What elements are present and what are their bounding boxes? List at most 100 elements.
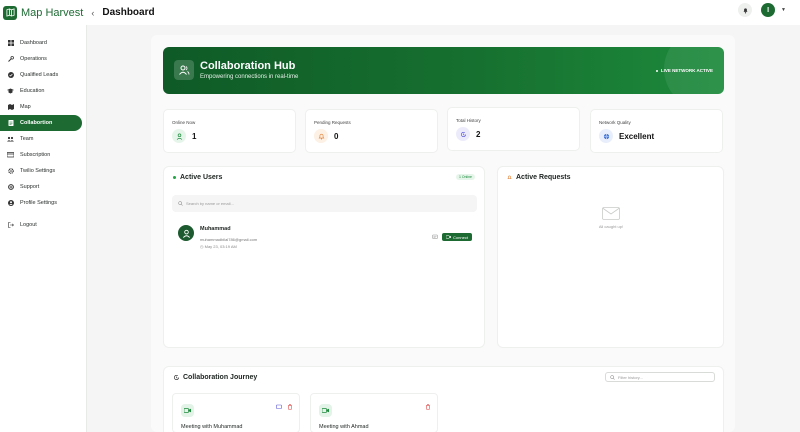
stat-card-pending-requests: Pending Requests 0 bbox=[305, 109, 438, 153]
empty-inbox-icon bbox=[602, 207, 620, 220]
sidebar-item-label: Support bbox=[20, 184, 40, 190]
wrench-icon bbox=[7, 56, 14, 63]
search-icon bbox=[610, 375, 615, 380]
delete-icon[interactable] bbox=[425, 404, 431, 410]
bell-icon bbox=[507, 175, 512, 179]
video-icon bbox=[319, 404, 332, 417]
user-avatar[interactable]: I bbox=[761, 3, 776, 17]
search-icon bbox=[178, 201, 183, 206]
top-bar: Map Harvest ‹ Dashboard I ▼ bbox=[0, 0, 800, 25]
users-icon bbox=[174, 60, 194, 80]
sidebar-item-label: Team bbox=[20, 136, 34, 142]
sidebar-item-dashboard[interactable]: Dashboard bbox=[0, 35, 82, 51]
stat-value: 0 bbox=[334, 132, 339, 141]
user-email: muhammadbilal786@gmail.com bbox=[200, 237, 258, 242]
user-time-text: May 23, 03:19 AM bbox=[204, 244, 237, 249]
sidebar: Dashboard Operations Qualified Leads Edu… bbox=[0, 25, 87, 432]
sidebar-item-education[interactable]: Education bbox=[0, 83, 82, 99]
meeting-title: Meeting with Muhammad bbox=[181, 424, 243, 430]
sidebar-item-twilio-settings[interactable]: Twilio Settings bbox=[0, 163, 82, 179]
user-circle-icon bbox=[7, 200, 14, 207]
card-icon bbox=[7, 152, 14, 159]
map-logo-icon bbox=[3, 5, 17, 20]
sidebar-item-label: Map bbox=[20, 104, 31, 110]
sidebar-item-label: Twilio Settings bbox=[20, 168, 56, 174]
video-icon bbox=[181, 404, 194, 417]
user-name: Muhammad bbox=[200, 226, 231, 232]
stat-card-network-quality: Network Quality Excellent bbox=[590, 109, 723, 153]
page-title: Dashboard bbox=[102, 7, 155, 18]
sidebar-item-label: Logout bbox=[20, 222, 37, 228]
sidebar-item-label: Education bbox=[20, 88, 45, 94]
collapse-sidebar-icon[interactable]: ‹ bbox=[91, 8, 94, 18]
stat-label: Total History bbox=[456, 118, 481, 123]
sidebar-item-label: Subscription bbox=[20, 152, 51, 158]
notifications-bell-icon[interactable] bbox=[738, 3, 753, 17]
active-requests-card: Active Requests All caught up! bbox=[497, 166, 724, 348]
active-users-card: Active Users 1 Online Search by name or … bbox=[163, 166, 485, 348]
main-content: Collaboration Hub Empowering connections… bbox=[151, 35, 735, 432]
connect-label: Connect bbox=[453, 234, 468, 240]
filter-placeholder: Filter history... bbox=[618, 374, 643, 380]
check-circle-icon bbox=[7, 72, 14, 79]
sidebar-item-collabortion[interactable]: Collabortion bbox=[0, 115, 82, 131]
sidebar-item-label: Profile Settings bbox=[20, 200, 57, 206]
globe-icon bbox=[599, 129, 613, 143]
hub-subtitle: Empowering connections in real-time bbox=[200, 74, 299, 80]
video-icon bbox=[446, 235, 452, 239]
connect-button[interactable]: Connect bbox=[442, 233, 472, 241]
chevron-down-icon[interactable]: ▼ bbox=[781, 7, 786, 13]
stat-label: Network Quality bbox=[599, 120, 631, 125]
stat-card-total-history: Total History 2 bbox=[447, 107, 580, 151]
journey-title: Collaboration Journey bbox=[183, 374, 258, 381]
user-last-seen: ◷ May 23, 03:19 AM bbox=[200, 244, 237, 249]
active-requests-heading: Active Requests bbox=[507, 174, 570, 181]
sidebar-item-qualified-leads[interactable]: Qualified Leads bbox=[0, 67, 82, 83]
user-search-input[interactable]: Search by name or email... bbox=[172, 195, 477, 212]
dashboard-icon bbox=[7, 40, 14, 47]
online-count-badge: 1 Online bbox=[455, 174, 475, 180]
team-icon bbox=[7, 136, 14, 143]
stat-value: Excellent bbox=[619, 132, 655, 141]
message-icon[interactable] bbox=[276, 404, 282, 410]
stat-value: 2 bbox=[476, 130, 481, 139]
sidebar-item-label: Operations bbox=[20, 56, 47, 62]
meeting-title: Meeting with Ahmad bbox=[319, 424, 369, 430]
sidebar-item-team[interactable]: Team bbox=[0, 131, 82, 147]
stat-label: Online Now bbox=[172, 120, 196, 125]
stat-value: 1 bbox=[192, 132, 197, 141]
search-placeholder: Search by name or email... bbox=[186, 201, 234, 206]
clock-icon: ◷ bbox=[200, 244, 204, 249]
message-button[interactable] bbox=[431, 233, 439, 241]
active-users-heading: Active Users bbox=[173, 174, 222, 181]
user-avatar-icon bbox=[178, 225, 194, 241]
collaboration-hub-banner: Collaboration Hub Empowering connections… bbox=[163, 47, 724, 94]
meeting-card[interactable]: Meeting with Muhammad bbox=[172, 393, 300, 432]
sidebar-item-subscription[interactable]: Subscription bbox=[0, 147, 82, 163]
sidebar-item-label: Dashboard bbox=[20, 40, 47, 46]
live-status: LIVE NETWORK ACTIVE bbox=[655, 68, 713, 73]
history-filter-input[interactable]: Filter history... bbox=[605, 372, 715, 382]
sidebar-item-label: Qualified Leads bbox=[20, 72, 59, 78]
sidebar-item-profile-settings[interactable]: Profile Settings bbox=[0, 195, 82, 211]
delete-icon[interactable] bbox=[287, 404, 293, 410]
map-icon bbox=[7, 104, 14, 111]
sidebar-item-logout[interactable]: Logout bbox=[0, 217, 82, 233]
sidebar-item-support[interactable]: Support bbox=[0, 179, 82, 195]
app-name[interactable]: Map Harvest bbox=[21, 7, 83, 19]
sidebar-item-map[interactable]: Map bbox=[0, 99, 82, 115]
gear-icon bbox=[7, 168, 14, 175]
journey-heading: Collaboration Journey bbox=[173, 374, 257, 381]
message-icon bbox=[432, 234, 438, 239]
live-status-label: LIVE NETWORK ACTIVE bbox=[660, 68, 713, 73]
stat-label: Pending Requests bbox=[314, 120, 351, 125]
history-icon bbox=[456, 127, 470, 141]
user-icon bbox=[172, 129, 186, 143]
history-icon bbox=[173, 374, 180, 381]
meeting-card[interactable]: Meeting with Ahmad bbox=[310, 393, 438, 432]
active-users-title: Active Users bbox=[180, 174, 223, 181]
live-dot-icon bbox=[655, 69, 658, 72]
graduation-cap-icon bbox=[7, 88, 14, 95]
online-dot-icon bbox=[173, 176, 176, 179]
sidebar-item-operations[interactable]: Operations bbox=[0, 51, 82, 67]
